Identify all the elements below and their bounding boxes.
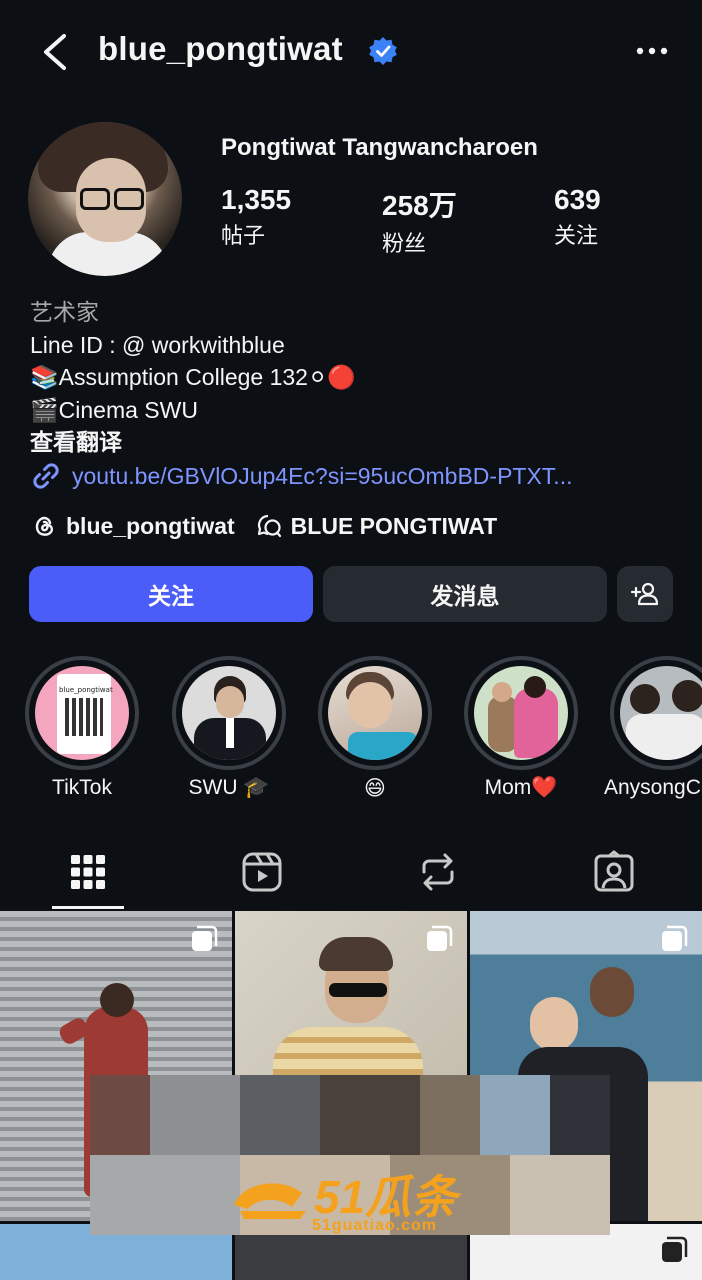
highlight-mom-thumb	[474, 666, 568, 760]
highlight-tiktok-thumb: blue_pongtiwat	[35, 666, 129, 760]
highlight-swu-thumb	[182, 666, 276, 760]
stat-following[interactable]: 639 关注	[554, 184, 601, 250]
highlight-label: TikTok	[52, 776, 112, 799]
profile-username: blue_pongtiwat	[98, 30, 343, 67]
carousel-icon	[662, 925, 688, 951]
profile-full-name: Pongtiwat Tangwancharoen	[221, 134, 538, 161]
stat-posts-label: 帖子	[221, 223, 266, 248]
profile-link-text: youtu.be/GBVlOJup4Ec?si=95ucOmbBD-PTXT..…	[72, 462, 573, 489]
threads-icon	[35, 516, 54, 536]
stat-following-label: 关注	[554, 223, 599, 248]
qr-code	[65, 698, 103, 736]
highlight-mom[interactable]: Mom❤️	[464, 656, 578, 800]
bio-line: Line ID : @ workwithblue	[30, 331, 285, 358]
highlight-anysong[interactable]: AnysongC	[604, 656, 702, 800]
profile-category: 艺术家	[30, 299, 99, 325]
stat-followers[interactable]: 258万 粉丝	[382, 184, 457, 258]
bio-line: 📚Assumption College 132⚪🔴	[30, 364, 356, 390]
carousel-icon	[192, 925, 218, 951]
highlight-smile-thumb	[328, 666, 422, 760]
channel-chip[interactable]: BLUE PONGTIWAT	[255, 512, 498, 540]
profile-avatar[interactable]	[28, 122, 182, 276]
active-tab-indicator	[52, 906, 124, 909]
highlight-label: SWU 🎓	[188, 776, 270, 799]
stat-followers-value: 258万	[382, 190, 457, 221]
profile-link[interactable]: youtu.be/GBVlOJup4Ec?si=95ucOmbBD-PTXT..…	[30, 460, 572, 492]
highlight-label: AnysongC	[604, 776, 701, 799]
grid-icon[interactable]	[66, 850, 110, 894]
threads-handle: blue_pongtiwat	[66, 512, 235, 539]
stat-following-value: 639	[554, 184, 601, 215]
channel-icon	[257, 514, 281, 538]
highlight-tiktok[interactable]: blue_pongtiwat TikTok	[25, 656, 139, 800]
watermark-domain: 51guatiao.com	[312, 1217, 438, 1234]
carousel-icon	[427, 925, 453, 951]
highlight-smile[interactable]: 😄	[318, 656, 432, 801]
threads-chip[interactable]: blue_pongtiwat	[30, 512, 235, 540]
follow-button[interactable]: 关注	[29, 566, 313, 622]
highlight-label: 😄	[364, 777, 386, 800]
highlight-anysong-thumb	[620, 666, 702, 760]
profile-bio: 艺术家 Line ID : @ workwithblue 📚Assumption…	[30, 296, 680, 459]
link-icon	[33, 463, 59, 489]
threads-row: blue_pongtiwat BLUE PONGTIWAT	[30, 512, 497, 540]
back-icon[interactable]	[36, 30, 76, 74]
stat-posts-value: 1,355	[221, 184, 292, 215]
add-person-icon	[630, 582, 659, 606]
verified-badge-icon	[369, 37, 397, 65]
suggest-people-button[interactable]	[617, 566, 673, 622]
message-button[interactable]: 发消息	[323, 566, 607, 622]
stat-posts[interactable]: 1,355 帖子	[221, 184, 291, 250]
see-translation-link[interactable]: 查看翻译	[30, 426, 680, 459]
tagged-icon[interactable]	[592, 850, 636, 894]
channel-name: BLUE PONGTIWAT	[290, 512, 498, 539]
carousel-icon	[662, 1236, 688, 1262]
more-icon[interactable]	[630, 36, 674, 66]
bio-line: 🎬Cinema SWU	[30, 396, 198, 423]
highlight-label: Mom❤️	[484, 776, 558, 799]
highlight-tiktok-caption: blue_pongtiwat	[59, 686, 113, 694]
reposts-icon[interactable]	[416, 850, 460, 894]
reels-icon[interactable]	[240, 850, 284, 894]
profile-tabs	[0, 842, 702, 910]
top-bar: blue_pongtiwat	[0, 0, 702, 104]
stat-followers-label: 粉丝	[382, 231, 427, 256]
watermark-overlay: 51瓜条 51guatiao.com	[90, 1075, 610, 1235]
highlight-swu[interactable]: SWU 🎓	[172, 656, 286, 800]
